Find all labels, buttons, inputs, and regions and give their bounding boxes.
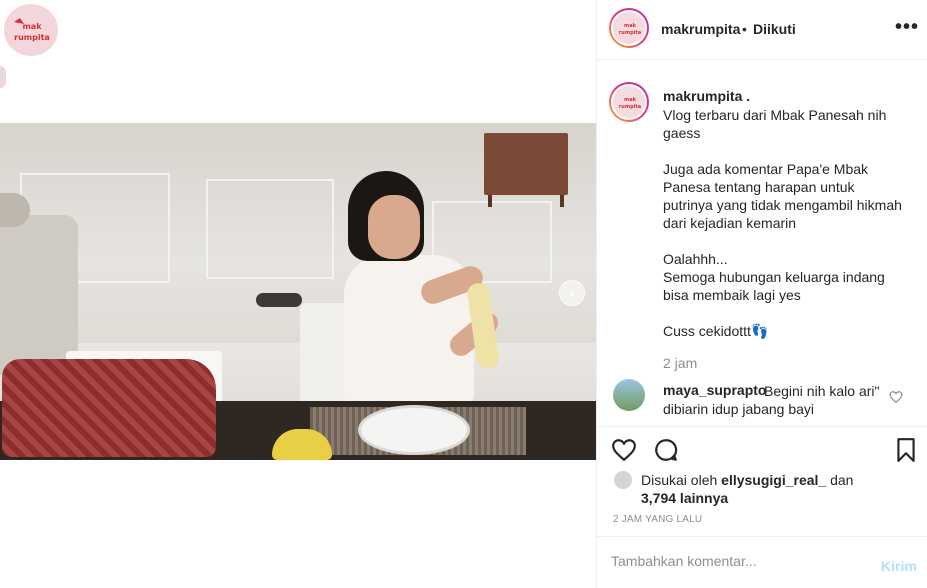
svg-text:mak: mak — [624, 23, 637, 29]
wall-panel — [206, 179, 334, 279]
chair-back — [300, 303, 350, 403]
post-sidebar: mak rumpita makrumpita • Diikuti ••• mak… — [596, 0, 927, 588]
avatar-image: mak rumpita — [611, 10, 647, 46]
comment-like-icon[interactable] — [889, 390, 903, 404]
add-comment-bar: Kirim — [597, 536, 927, 588]
footprints-emoji: 👣 — [750, 323, 769, 339]
likes-prefix: Disukai oleh — [641, 472, 718, 488]
liker-avatar[interactable] — [613, 470, 633, 490]
separator-dot: • — [742, 21, 747, 37]
comment-text: Begini nih kalo ari" dibiarin idup jaban… — [663, 383, 880, 417]
cabinet-leg — [488, 195, 492, 207]
makrumpita-logo: mak rumpita — [619, 23, 641, 36]
svg-text:rumpita: rumpita — [14, 33, 50, 42]
post-video[interactable]: › — [0, 123, 596, 460]
send-comment-button[interactable]: Kirim — [881, 558, 917, 574]
comment-icon[interactable] — [653, 437, 679, 463]
caption-username-link[interactable]: makrumpita . — [663, 88, 750, 104]
svg-text:rumpita: rumpita — [619, 104, 641, 110]
partial-avatar — [0, 66, 6, 88]
header-avatar[interactable]: mak rumpita — [609, 8, 649, 48]
svg-text:rumpita: rumpita — [619, 30, 641, 36]
comments-section: mak rumpita makrumpita . Vlog terbaru da… — [597, 72, 927, 426]
likes-count-link[interactable]: 3,794 lainnya — [641, 490, 728, 506]
cabinet-leg — [560, 195, 564, 207]
liker-username-link[interactable]: ellysugigi_real_ — [721, 472, 826, 488]
likes-summary: Disukai oleh ellysugigi_real_ dan 3,794 … — [641, 471, 871, 507]
bookmark-icon[interactable] — [893, 437, 919, 463]
handbag — [2, 359, 216, 457]
follow-status-button[interactable]: Diikuti — [753, 21, 796, 37]
caption-avatar[interactable]: mak rumpita — [609, 82, 649, 122]
svg-text:mak: mak — [624, 97, 637, 103]
shoes — [256, 293, 302, 307]
sofa — [0, 215, 78, 375]
post-timestamp[interactable]: 2 JAM YANG LALU — [613, 514, 702, 525]
commenter-avatar[interactable] — [613, 379, 645, 411]
heart-icon[interactable] — [611, 437, 637, 463]
likes-middle: dan — [830, 472, 854, 488]
caption-text: Vlog terbaru dari Mbak Panesah nih gaess… — [663, 106, 903, 340]
chevron-right-icon[interactable]: › — [559, 280, 585, 306]
post-header: mak rumpita makrumpita • Diikuti ••• — [597, 0, 927, 60]
caption-time[interactable]: 2 jam — [663, 355, 697, 371]
person-face — [368, 195, 420, 259]
header-username-link[interactable]: makrumpita — [661, 21, 740, 37]
makrumpita-logo: mak rumpita — [619, 97, 641, 110]
cabinet — [484, 133, 568, 195]
post-actions-bar — [597, 426, 927, 472]
more-options-icon[interactable]: ••• — [895, 16, 919, 39]
caption-body: Vlog terbaru dari Mbak Panesah nih gaess… — [663, 107, 902, 339]
plate — [358, 405, 470, 455]
comment-input[interactable] — [611, 553, 861, 569]
post-media-area: mak rumpita › — [0, 0, 596, 588]
profile-avatar-top[interactable]: mak rumpita — [2, 2, 60, 58]
makrumpita-logo: mak rumpita — [14, 18, 50, 42]
avatar-image: mak rumpita — [611, 84, 647, 120]
svg-text:mak: mak — [22, 22, 42, 31]
